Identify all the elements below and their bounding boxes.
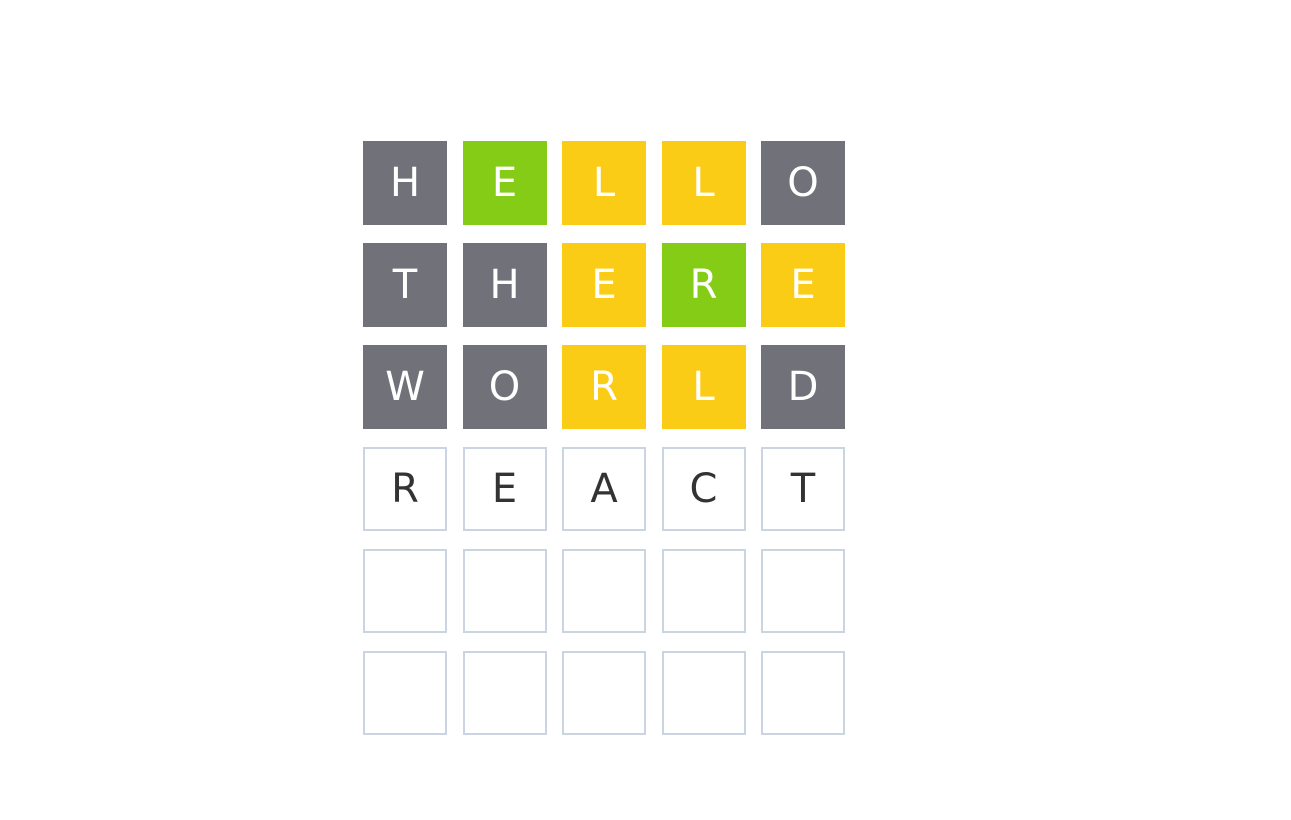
tile-r3-c2: O: [462, 345, 547, 429]
tile-r6-c4: [661, 651, 746, 735]
tile-r6-c5: [761, 651, 845, 735]
tile-r4-c5: T: [761, 447, 845, 531]
tile-r1-c3: L: [562, 141, 646, 225]
tile-r5-c1: [363, 549, 447, 633]
tile-r2-c5: E: [761, 243, 845, 327]
tile-r2-c1: T: [363, 243, 447, 327]
tile-r5-c3: [562, 549, 646, 633]
tile-r6-c2: [462, 651, 547, 735]
tile-r6-c3: [562, 651, 646, 735]
tile-r5-c4: [661, 549, 746, 633]
tile-r3-c4: L: [661, 345, 746, 429]
tile-r2-c3: E: [562, 243, 646, 327]
tile-r4-c2: E: [462, 447, 547, 531]
tile-r5-c2: [462, 549, 547, 633]
tile-r6-c1: [363, 651, 447, 735]
guess-board: H E L L O T H E R E W O R L D R E A C T: [363, 141, 845, 735]
tile-r3-c5: D: [761, 345, 845, 429]
tile-r2-c2: H: [462, 243, 547, 327]
tile-r1-c2: E: [462, 141, 547, 225]
tile-r3-c1: W: [363, 345, 447, 429]
tile-r3-c3: R: [562, 345, 646, 429]
tile-r5-c5: [761, 549, 845, 633]
tile-r4-c1: R: [363, 447, 447, 531]
tile-r2-c4: R: [661, 243, 746, 327]
tile-r4-c4: C: [661, 447, 746, 531]
tile-r1-c5: O: [761, 141, 845, 225]
tile-r1-c4: L: [661, 141, 746, 225]
tile-r4-c3: A: [562, 447, 646, 531]
tile-r1-c1: H: [363, 141, 447, 225]
